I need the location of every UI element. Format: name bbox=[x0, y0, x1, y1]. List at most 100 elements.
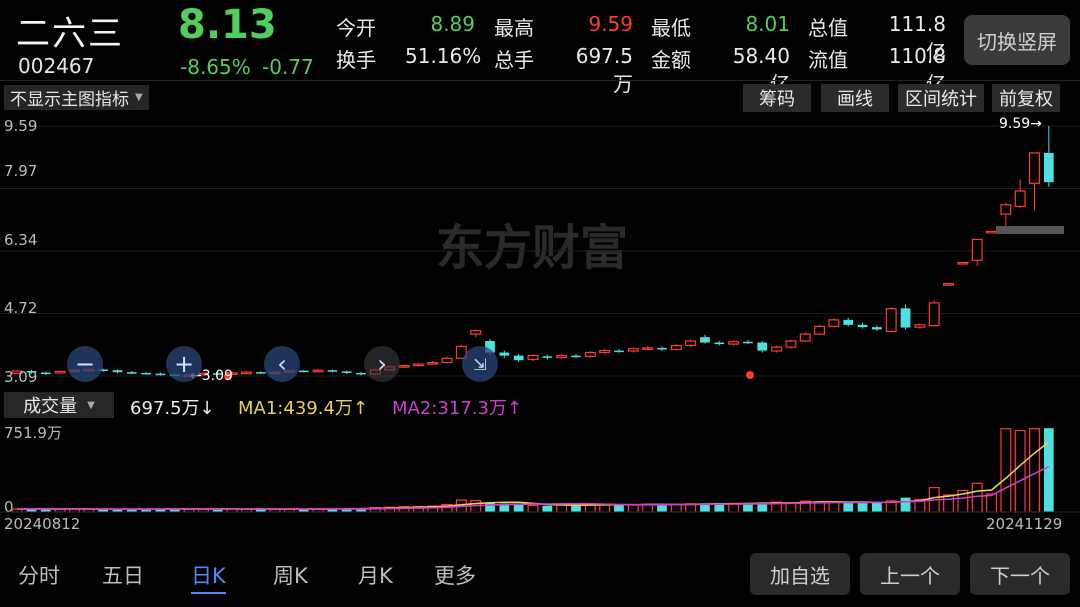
scroll-right-icon[interactable]: › bbox=[364, 346, 400, 382]
candle bbox=[327, 369, 338, 373]
candle bbox=[584, 351, 596, 358]
candle-body bbox=[771, 346, 783, 352]
tab-2[interactable]: 日K bbox=[191, 560, 226, 594]
volume-bar bbox=[614, 504, 624, 512]
candle bbox=[857, 322, 868, 329]
candle-body bbox=[685, 340, 697, 347]
next-stock-button[interactable]: 下一个 bbox=[970, 553, 1070, 595]
candle-body bbox=[341, 371, 352, 373]
candle-body bbox=[312, 369, 324, 373]
candle bbox=[885, 307, 897, 333]
candle-body bbox=[54, 370, 66, 374]
draw-line-button[interactable]: 画线 bbox=[821, 84, 889, 112]
candle bbox=[828, 317, 840, 328]
volume-bar bbox=[872, 502, 882, 512]
candle bbox=[398, 364, 410, 368]
chips-button[interactable]: 筹码 bbox=[743, 84, 811, 112]
candle bbox=[441, 356, 453, 364]
candle-body bbox=[900, 308, 911, 328]
tab-3[interactable]: 周K bbox=[273, 560, 308, 590]
candle-body bbox=[240, 371, 252, 375]
candle-body bbox=[513, 355, 524, 361]
candle bbox=[240, 371, 252, 375]
stat-value: 9.59 bbox=[588, 12, 633, 36]
candle-body bbox=[527, 355, 539, 361]
switch-portrait-button[interactable]: 切换竖屏 bbox=[964, 15, 1070, 65]
candle-body bbox=[571, 355, 581, 358]
candle bbox=[728, 340, 740, 346]
candle-body bbox=[799, 333, 811, 342]
candlestick-chart[interactable]: 东方财富 bbox=[0, 114, 1080, 388]
stat-label: 最低 bbox=[651, 16, 691, 40]
candle bbox=[657, 346, 667, 351]
scroll-left-icon[interactable]: ‹ bbox=[264, 346, 300, 382]
candle-body bbox=[670, 345, 682, 351]
candle bbox=[771, 345, 783, 353]
stat-label: 金额 bbox=[651, 48, 691, 72]
candle-body bbox=[112, 370, 123, 373]
candle-body bbox=[542, 356, 553, 358]
range-stats-button[interactable]: 区间统计 bbox=[898, 84, 984, 112]
zoom-out-icon[interactable]: − bbox=[67, 346, 103, 382]
candle bbox=[527, 354, 539, 361]
candle bbox=[914, 323, 926, 329]
add-watchlist-button[interactable]: 加自选 bbox=[750, 553, 850, 595]
volume-bar bbox=[1000, 428, 1012, 513]
volume-bar bbox=[971, 482, 983, 513]
candle-body bbox=[255, 372, 266, 374]
candle-body bbox=[1014, 190, 1026, 207]
candle bbox=[112, 369, 123, 374]
previous-stock-button[interactable]: 上一个 bbox=[860, 553, 960, 595]
volume-bar bbox=[857, 503, 868, 512]
candle-body bbox=[928, 302, 940, 327]
tab-0[interactable]: 分时 bbox=[18, 560, 60, 590]
collapse-icon[interactable]: ⇲ bbox=[462, 346, 498, 382]
candle bbox=[757, 341, 768, 353]
candle bbox=[986, 230, 997, 234]
candle bbox=[627, 347, 639, 353]
tab-5[interactable]: 更多 bbox=[434, 560, 476, 590]
candle bbox=[556, 354, 568, 359]
candle-body bbox=[971, 238, 983, 261]
candle-body bbox=[657, 347, 667, 350]
dropdown-arrow-icon: ▼ bbox=[135, 92, 143, 103]
tab-4[interactable]: 月K bbox=[358, 560, 393, 590]
dropdown-arrow-icon: ▼ bbox=[87, 399, 95, 411]
end-date: 20241129 bbox=[986, 515, 1063, 533]
candle-body bbox=[986, 230, 997, 234]
candle-body bbox=[700, 337, 710, 343]
candle-body bbox=[857, 324, 868, 328]
volume-indicator-select[interactable]: 成交量 ▼ bbox=[4, 392, 114, 418]
candle bbox=[1043, 126, 1054, 187]
candle-body bbox=[714, 342, 725, 345]
volume-bar bbox=[943, 494, 955, 513]
candle-body bbox=[599, 350, 611, 354]
candle bbox=[54, 370, 66, 374]
tab-1[interactable]: 五日 bbox=[102, 560, 144, 590]
change-percent: -8.65% bbox=[180, 55, 251, 79]
candle-body bbox=[627, 348, 639, 352]
adjust-mode-button[interactable]: 前复权 bbox=[992, 84, 1060, 112]
candle bbox=[943, 283, 955, 286]
stat-label: 总手 bbox=[494, 48, 534, 72]
current-price: 8.13 bbox=[178, 2, 277, 48]
candle-body bbox=[40, 372, 51, 375]
candle bbox=[714, 341, 725, 346]
candle bbox=[412, 362, 424, 367]
stat-value: 8.89 bbox=[430, 12, 475, 36]
price-axis-2: 7.97 bbox=[4, 162, 38, 180]
volume-bar bbox=[556, 504, 568, 513]
candle-body bbox=[584, 351, 596, 357]
candle bbox=[971, 238, 983, 266]
volume-chart[interactable] bbox=[0, 418, 1080, 516]
main-indicator-label: 不显示主图指标 bbox=[10, 90, 129, 110]
candle bbox=[571, 354, 581, 359]
candle bbox=[356, 372, 366, 376]
volume-ma1: MA1:439.4万↑ bbox=[238, 398, 368, 419]
candle-body bbox=[943, 283, 955, 286]
candle bbox=[599, 348, 611, 355]
volume-bar bbox=[627, 504, 639, 513]
zoom-in-icon[interactable]: + bbox=[166, 346, 202, 382]
candle bbox=[427, 361, 439, 365]
main-indicator-select[interactable]: 不显示主图指标 ▼ bbox=[4, 85, 149, 110]
